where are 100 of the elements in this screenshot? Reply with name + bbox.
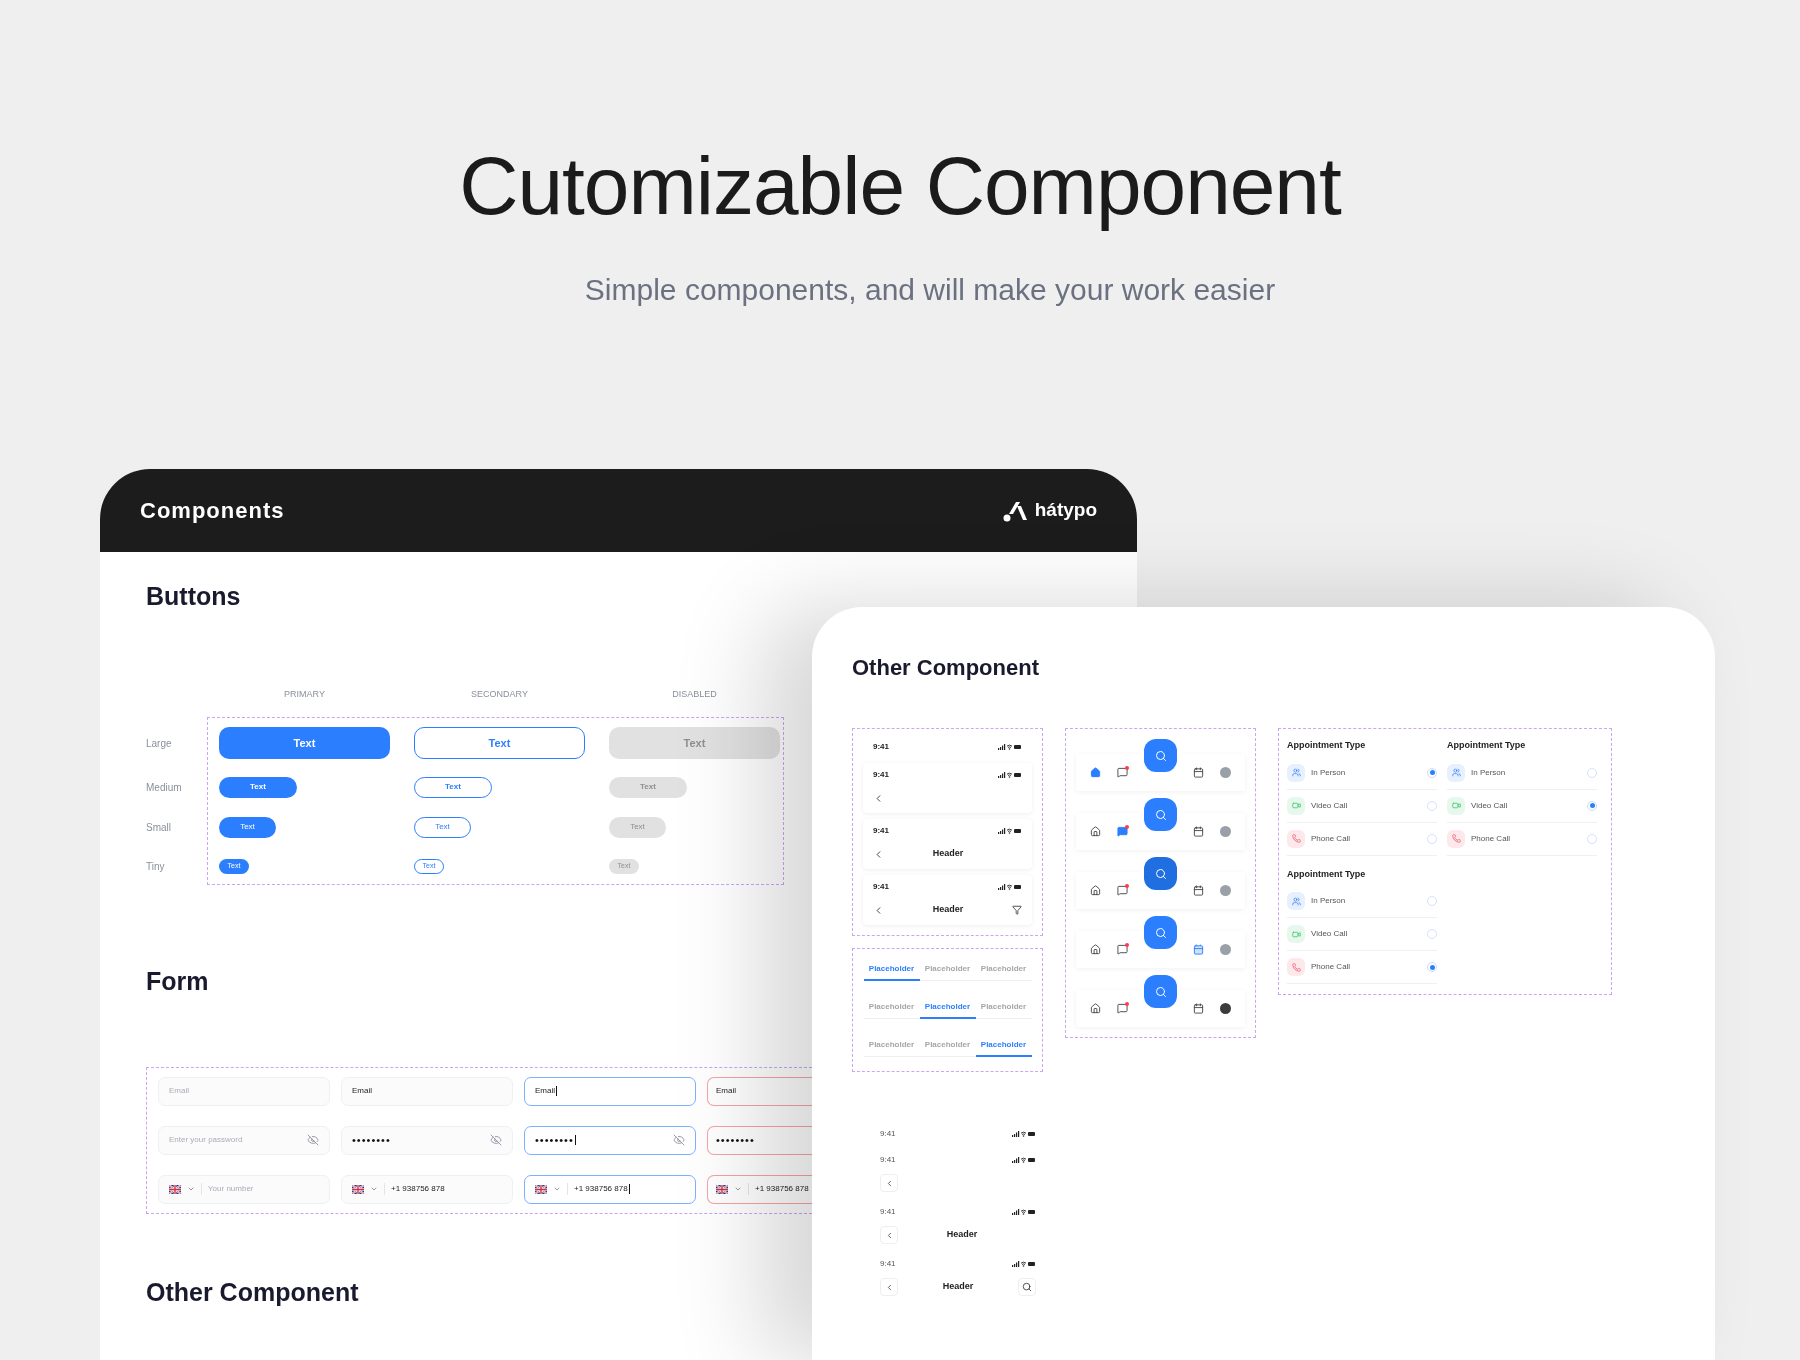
- page-subtitle: Simple components, and will make your work easier: [584, 272, 1276, 308]
- eye-off-icon[interactable]: [307, 1134, 319, 1146]
- tab[interactable]: Placeholder: [919, 1039, 976, 1057]
- field-value: ••••••••: [352, 1132, 391, 1148]
- tab[interactable]: Placeholder: [919, 963, 976, 981]
- text-cursor: [628, 1184, 630, 1194]
- home-icon[interactable]: [1090, 1003, 1101, 1014]
- phone-icon: [1287, 958, 1305, 976]
- search-button[interactable]: [1144, 857, 1177, 890]
- home-icon[interactable]: [1090, 885, 1101, 896]
- group-title: Appointment Type: [1287, 867, 1367, 881]
- text-button[interactable]: Text: [219, 727, 390, 759]
- status-time: 9:41: [880, 1258, 896, 1270]
- password-field[interactable]: ••••••••: [341, 1125, 513, 1155]
- text-button[interactable]: Text: [219, 776, 297, 798]
- status-icons: [998, 884, 1022, 890]
- calendar-icon[interactable]: [1193, 826, 1204, 837]
- chat-icon[interactable]: [1117, 885, 1128, 896]
- phone-field[interactable]: Your number: [158, 1174, 330, 1204]
- field-value: Email: [716, 1085, 736, 1097]
- header-title: Header: [946, 1228, 978, 1242]
- calendar-icon[interactable]: [1193, 885, 1204, 896]
- email-field[interactable]: Email: [707, 1076, 813, 1106]
- panel-title: Components: [140, 497, 285, 525]
- section-title: Other Component: [852, 654, 1039, 682]
- tab[interactable]: Placeholder: [863, 1001, 920, 1019]
- search-icon: [1022, 1282, 1032, 1292]
- chevron-down-icon: [370, 1185, 378, 1193]
- row-label: Medium: [146, 780, 182, 795]
- option-label: Phone Call: [1311, 961, 1352, 973]
- status-icons: [1012, 1131, 1036, 1137]
- tab[interactable]: Placeholder: [975, 1039, 1032, 1057]
- text-button[interactable]: Text: [219, 816, 276, 838]
- option-label: In Person: [1311, 895, 1347, 907]
- phone-field[interactable]: +1 938756 878: [341, 1174, 513, 1204]
- chat-icon[interactable]: [1117, 944, 1128, 955]
- text-button[interactable]: Text: [414, 816, 471, 838]
- tab[interactable]: Placeholder: [863, 1039, 920, 1057]
- flag-icon: [716, 1184, 728, 1194]
- search-button[interactable]: [1144, 975, 1177, 1008]
- text-button[interactable]: Text: [414, 727, 585, 759]
- option-label: In Person: [1471, 766, 1507, 779]
- phone-field[interactable]: +1 938756 878: [707, 1174, 813, 1204]
- search-button[interactable]: [1144, 798, 1177, 831]
- tab[interactable]: Placeholder: [975, 963, 1032, 981]
- calendar-icon[interactable]: [1193, 1003, 1204, 1014]
- home-icon[interactable]: [1090, 767, 1101, 778]
- flag-icon: [352, 1184, 364, 1194]
- search-button[interactable]: [1018, 1278, 1036, 1296]
- search-icon: [1154, 808, 1167, 821]
- text-button[interactable]: Text: [609, 816, 666, 838]
- field-value: ••••••••: [535, 1132, 574, 1148]
- tab[interactable]: Placeholder: [975, 1001, 1032, 1019]
- password-field[interactable]: Enter your password: [158, 1125, 330, 1155]
- status-time: 9:41: [880, 1206, 896, 1218]
- email-field[interactable]: Email: [524, 1076, 696, 1106]
- calendar-icon[interactable]: [1193, 944, 1204, 955]
- tab[interactable]: Placeholder: [919, 1001, 976, 1019]
- row-label: Large: [146, 736, 172, 751]
- email-field[interactable]: Email: [341, 1076, 513, 1106]
- status-time: 9:41: [873, 881, 889, 893]
- option-label: In Person: [1311, 766, 1347, 779]
- email-field[interactable]: Email: [158, 1076, 330, 1106]
- status-icons: [1012, 1261, 1036, 1267]
- status-time: 9:41: [873, 741, 889, 753]
- field-value: +1 938756 878: [755, 1183, 809, 1195]
- text-button[interactable]: Text: [414, 776, 492, 798]
- avatar[interactable]: [1220, 1003, 1231, 1014]
- search-button[interactable]: [1144, 916, 1177, 949]
- column-header: PRIMARY: [283, 687, 326, 701]
- status-icons: [998, 772, 1022, 778]
- password-field[interactable]: ••••••••: [524, 1125, 696, 1155]
- video-camera-icon: [1287, 925, 1305, 943]
- field-value: +1 938756 878: [574, 1183, 628, 1195]
- video-camera-icon: [1287, 796, 1305, 815]
- row-label: Tiny: [146, 859, 165, 874]
- chevron-down-icon: [187, 1185, 195, 1193]
- eye-off-icon[interactable]: [673, 1134, 685, 1146]
- home-icon[interactable]: [1090, 826, 1101, 837]
- field-value: Email: [535, 1085, 555, 1097]
- section-title: Other Component: [146, 1276, 359, 1308]
- chat-icon[interactable]: [1117, 1003, 1128, 1014]
- header-title: Header: [942, 1280, 974, 1294]
- password-field[interactable]: ••••••••: [707, 1125, 813, 1155]
- option-label: Video Call: [1311, 928, 1349, 940]
- filter-icon[interactable]: [1012, 905, 1022, 915]
- text-button[interactable]: Text: [609, 727, 780, 759]
- option-label: Video Call: [1471, 799, 1509, 812]
- chevron-down-icon: [734, 1185, 742, 1193]
- tab[interactable]: Placeholder: [863, 963, 920, 981]
- home-icon[interactable]: [1090, 944, 1101, 955]
- phone-field[interactable]: +1 938756 878: [524, 1174, 696, 1204]
- chat-icon[interactable]: [1117, 767, 1128, 778]
- calendar-icon[interactable]: [1193, 767, 1204, 778]
- eye-off-icon[interactable]: [490, 1134, 502, 1146]
- text-button[interactable]: Text: [609, 776, 687, 798]
- chat-icon[interactable]: [1117, 826, 1128, 837]
- header-title: Header: [932, 847, 964, 861]
- section-title: Buttons: [146, 581, 241, 612]
- search-button[interactable]: [1144, 739, 1177, 772]
